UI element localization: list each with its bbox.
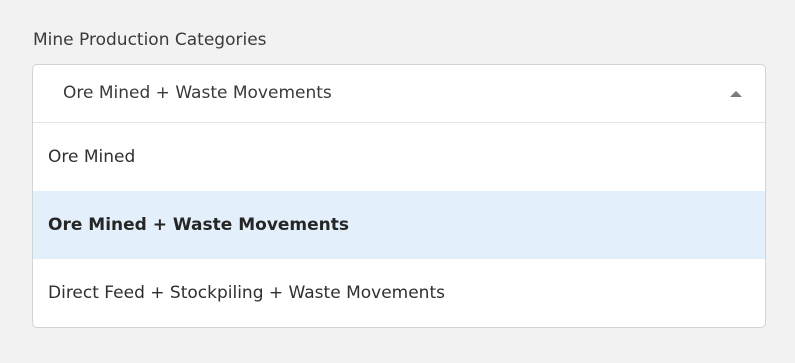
dropdown-toggle[interactable]: Ore Mined + Waste Movements <box>33 65 765 123</box>
dropdown-selected-value: Ore Mined + Waste Movements <box>63 83 332 103</box>
dropdown-option-ore-mined[interactable]: Ore Mined <box>33 123 765 191</box>
chevron-up-icon[interactable] <box>727 88 745 100</box>
option-label: Direct Feed + Stockpiling + Waste Moveme… <box>48 283 445 303</box>
dropdown-option-ore-mined-waste-movements[interactable]: Ore Mined + Waste Movements <box>33 191 765 259</box>
dropdown-options-list: Ore Mined Ore Mined + Waste Movements Di… <box>33 123 765 327</box>
mine-production-categories-dropdown[interactable]: Ore Mined + Waste Movements Ore Mined Or… <box>32 64 766 328</box>
dropdown-option-direct-feed-stockpiling-waste-movements[interactable]: Direct Feed + Stockpiling + Waste Moveme… <box>33 259 765 327</box>
option-label: Ore Mined + Waste Movements <box>48 215 350 235</box>
option-label: Ore Mined <box>48 147 136 167</box>
dropdown-label: Mine Production Categories <box>33 30 267 50</box>
